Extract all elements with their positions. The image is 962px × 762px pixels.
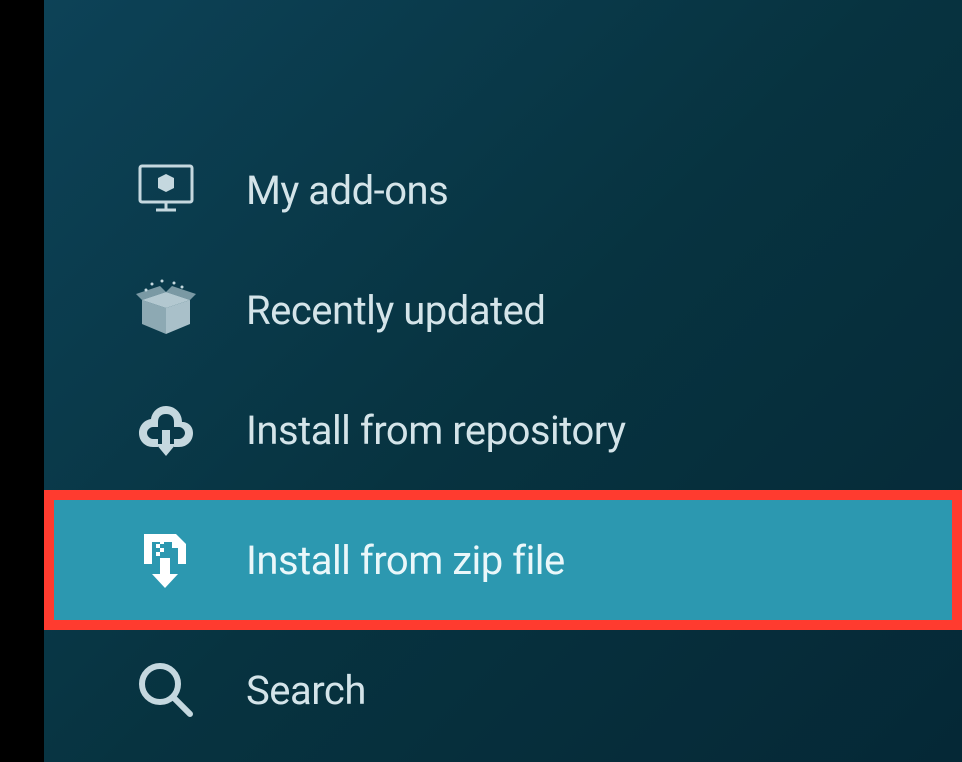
cloud-download-icon — [134, 398, 198, 462]
menu-item-label: My add-ons — [246, 167, 448, 214]
menu-item-label: Install from repository — [246, 407, 626, 454]
menu-item-label: Recently updated — [246, 287, 545, 334]
zip-download-icon — [134, 528, 198, 592]
left-sidebar — [0, 0, 44, 762]
main-content: My add-ons Recently updated — [44, 0, 962, 762]
menu-item-recently-updated[interactable]: Recently updated — [44, 250, 962, 370]
menu-item-label: Install from zip file — [246, 537, 565, 584]
menu-item-install-repository[interactable]: Install from repository — [44, 370, 962, 490]
menu-item-label: Search — [246, 667, 366, 714]
open-box-icon — [134, 278, 198, 342]
menu-item-my-addons[interactable]: My add-ons — [44, 130, 962, 250]
menu-item-search[interactable]: Search — [44, 630, 962, 750]
monitor-box-icon — [134, 158, 198, 222]
search-icon — [134, 658, 198, 722]
menu-item-install-zip[interactable]: Install from zip file — [44, 490, 962, 630]
addons-menu: My add-ons Recently updated — [44, 130, 962, 750]
